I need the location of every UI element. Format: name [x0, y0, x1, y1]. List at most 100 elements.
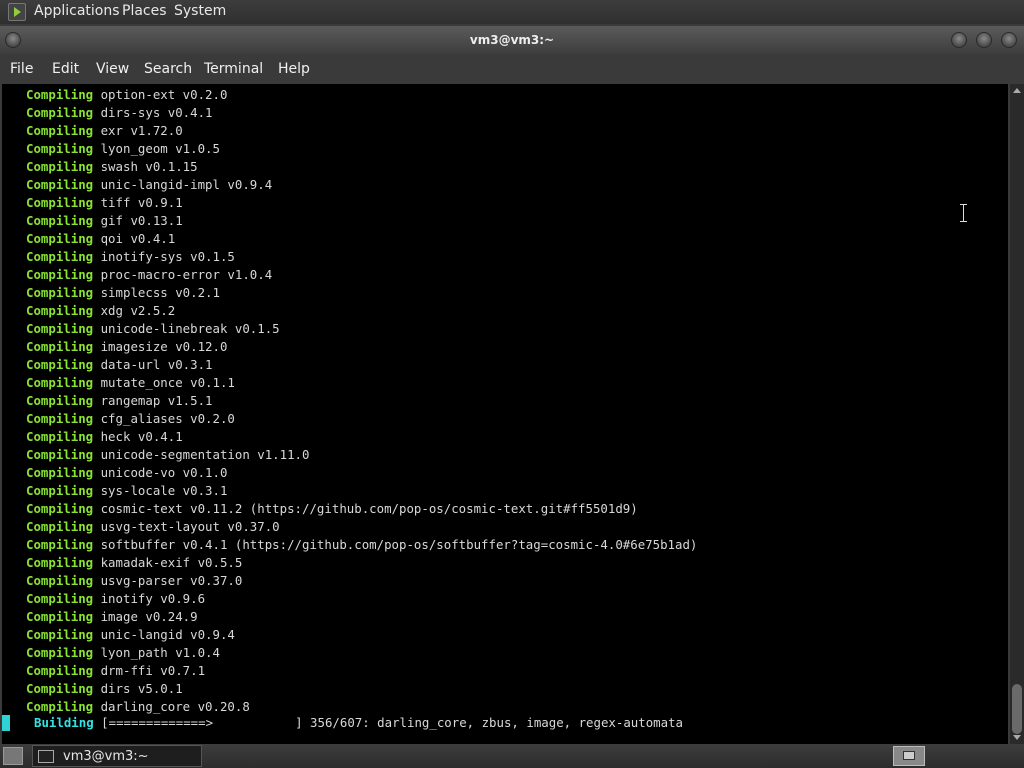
menu-file[interactable]: File: [10, 61, 33, 77]
menu-edit[interactable]: Edit: [52, 61, 79, 77]
terminal-output[interactable]: Compiling option-ext v0.2.0 Compiling dir…: [2, 84, 1008, 744]
crate-name: usvg-parser v0.37.0: [93, 573, 243, 588]
compiling-keyword: Compiling: [26, 483, 94, 498]
compiling-keyword: Compiling: [26, 249, 94, 264]
compiling-keyword: Compiling: [26, 681, 94, 696]
menu-applications[interactable]: Applications: [34, 3, 120, 19]
crate-name: cosmic-text v0.11.2 (https://github.com/…: [93, 501, 638, 516]
compiling-keyword: Compiling: [26, 573, 94, 588]
terminal-line: Compiling xdg v2.5.2: [26, 302, 697, 320]
terminal-scrollbar[interactable]: [1010, 84, 1024, 744]
terminal-line: Compiling imagesize v0.12.0: [26, 338, 697, 356]
compiling-keyword: Compiling: [26, 411, 94, 426]
compiling-keyword: Compiling: [26, 375, 94, 390]
bottom-panel: vm3@vm3:~: [0, 744, 1024, 768]
terminal-line: Compiling inotify-sys v0.1.5: [26, 248, 697, 266]
window-titlebar[interactable]: vm3@vm3:~: [0, 26, 1024, 54]
terminal-cursor: [2, 715, 10, 731]
terminal-line: Compiling drm-ffi v0.7.1: [26, 662, 697, 680]
terminal-line: Compiling cosmic-text v0.11.2 (https://g…: [26, 500, 697, 518]
terminal-line: Compiling lyon_path v1.0.4: [26, 644, 697, 662]
build-progress-line: Building [=============> ] 356/607: darl…: [34, 714, 683, 732]
compiling-keyword: Compiling: [26, 159, 94, 174]
terminal-line: Compiling option-ext v0.2.0: [26, 86, 697, 104]
terminal-line: Compiling qoi v0.4.1: [26, 230, 697, 248]
crate-name: simplecss v0.2.1: [93, 285, 220, 300]
show-desktop-icon[interactable]: [3, 747, 23, 765]
crate-name: image v0.24.9: [93, 609, 198, 624]
terminal-line: Compiling kamadak-exif v0.5.5: [26, 554, 697, 572]
compiling-keyword: Compiling: [26, 609, 94, 624]
terminal-line: Compiling unicode-linebreak v0.1.5: [26, 320, 697, 338]
compiling-keyword: Compiling: [26, 141, 94, 156]
compiling-keyword: Compiling: [26, 357, 94, 372]
crate-name: proc-macro-error v1.0.4: [93, 267, 273, 282]
compiling-keyword: Compiling: [26, 87, 94, 102]
crate-name: drm-ffi v0.7.1: [93, 663, 206, 678]
menu-terminal[interactable]: Terminal: [204, 61, 263, 77]
crate-name: option-ext v0.2.0: [93, 87, 228, 102]
terminal-line: Compiling simplecss v0.2.1: [26, 284, 697, 302]
compiling-keyword: Compiling: [26, 663, 94, 678]
terminal-line: Compiling unic-langid v0.9.4: [26, 626, 697, 644]
terminal-lines: Compiling option-ext v0.2.0 Compiling dir…: [26, 86, 697, 716]
crate-name: unic-langid-impl v0.9.4: [93, 177, 273, 192]
minimize-icon[interactable]: [951, 32, 967, 48]
maximize-icon[interactable]: [976, 32, 992, 48]
terminal-line: Compiling heck v0.4.1: [26, 428, 697, 446]
terminal-line: Compiling proc-macro-error v1.0.4: [26, 266, 697, 284]
terminal-line: Compiling swash v0.1.15: [26, 158, 697, 176]
app-menu-icon[interactable]: [8, 3, 26, 21]
taskbar-item-terminal[interactable]: vm3@vm3:~: [32, 745, 202, 767]
menu-view[interactable]: View: [96, 61, 129, 77]
crate-name: softbuffer v0.4.1 (https://github.com/po…: [93, 537, 698, 552]
crate-name: gif v0.13.1: [93, 213, 183, 228]
window-title: vm3@vm3:~: [469, 33, 555, 47]
scroll-thumb[interactable]: [1012, 684, 1022, 734]
crate-name: mutate_once v0.1.1: [93, 375, 235, 390]
crate-name: inotify v0.9.6: [93, 591, 206, 606]
close-icon[interactable]: [1001, 32, 1017, 48]
compiling-keyword: Compiling: [26, 123, 94, 138]
compiling-keyword: Compiling: [26, 537, 94, 552]
compiling-keyword: Compiling: [26, 627, 94, 642]
compiling-keyword: Compiling: [26, 501, 94, 516]
scroll-up-icon[interactable]: [1013, 88, 1021, 93]
terminal-line: Compiling exr v1.72.0: [26, 122, 697, 140]
compiling-keyword: Compiling: [26, 303, 94, 318]
crate-name: kamadak-exif v0.5.5: [93, 555, 243, 570]
menu-search[interactable]: Search: [144, 61, 192, 77]
menu-places[interactable]: Places: [122, 3, 167, 19]
crate-name: data-url v0.3.1: [93, 357, 213, 372]
crate-name: cfg_aliases v0.2.0: [93, 411, 235, 426]
compiling-keyword: Compiling: [26, 177, 94, 192]
crate-name: qoi v0.4.1: [93, 231, 176, 246]
terminal-line: Compiling sys-locale v0.3.1: [26, 482, 697, 500]
crate-name: unicode-vo v0.1.0: [93, 465, 228, 480]
menu-help[interactable]: Help: [278, 61, 310, 77]
compiling-keyword: Compiling: [26, 339, 94, 354]
building-progress-text: [=============> ] 356/607: darling_core,…: [93, 715, 684, 730]
crate-name: xdg v2.5.2: [93, 303, 176, 318]
menu-system[interactable]: System: [174, 3, 226, 19]
terminal-line: Compiling usvg-text-layout v0.37.0: [26, 518, 697, 536]
workspace-switcher-icon[interactable]: [893, 746, 925, 766]
compiling-keyword: Compiling: [26, 231, 94, 246]
terminal-line: Compiling lyon_geom v1.0.5: [26, 140, 697, 158]
top-panel: Applications Places System: [0, 0, 1024, 24]
crate-name: imagesize v0.12.0: [93, 339, 228, 354]
terminal-line: Compiling unicode-vo v0.1.0: [26, 464, 697, 482]
terminal-window: vm3@vm3:~ File Edit View Search Terminal…: [0, 24, 1024, 744]
terminal-line: Compiling softbuffer v0.4.1 (https://git…: [26, 536, 697, 554]
scroll-down-icon[interactable]: [1013, 735, 1021, 740]
compiling-keyword: Compiling: [26, 105, 94, 120]
text-cursor-icon: [960, 204, 968, 222]
window-menubar: File Edit View Search Terminal Help: [0, 57, 1024, 82]
compiling-keyword: Compiling: [26, 465, 94, 480]
terminal-line: Compiling cfg_aliases v0.2.0: [26, 410, 697, 428]
compiling-keyword: Compiling: [26, 447, 94, 462]
compiling-keyword: Compiling: [26, 591, 94, 606]
terminal-line: Compiling rangemap v1.5.1: [26, 392, 697, 410]
crate-name: unic-langid v0.9.4: [93, 627, 235, 642]
compiling-keyword: Compiling: [26, 321, 94, 336]
